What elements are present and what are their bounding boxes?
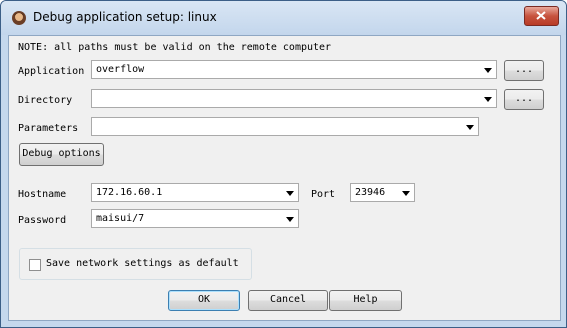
- parameters-label: Parameters: [18, 123, 79, 134]
- debug-options-button[interactable]: Debug options: [19, 143, 104, 166]
- browse-label: ...: [514, 64, 534, 75]
- window-title: Debug application setup: linux: [33, 10, 217, 24]
- dropdown-arrow-icon[interactable]: [286, 191, 294, 196]
- dropdown-arrow-icon[interactable]: [466, 125, 474, 130]
- application-browse-button[interactable]: ...: [504, 60, 544, 81]
- ok-label: OK: [197, 294, 211, 305]
- dropdown-arrow-icon[interactable]: [484, 97, 492, 102]
- save-default-checkbox[interactable]: [29, 259, 41, 271]
- cancel-label: Cancel: [269, 294, 307, 305]
- save-default-label[interactable]: Save network settings as default: [46, 258, 239, 269]
- password-value: maisui/7: [96, 213, 145, 224]
- port-label: Port: [311, 189, 336, 200]
- dialog-body: NOTE: all paths must be valid on the rem…: [8, 35, 561, 321]
- hostname-label: Hostname: [18, 189, 67, 200]
- close-icon: [536, 11, 546, 20]
- port-combo[interactable]: 23946: [350, 183, 415, 202]
- help-label: Help: [353, 294, 378, 305]
- dropdown-arrow-icon[interactable]: [286, 217, 294, 222]
- debug-setup-dialog: Debug application setup: linux NOTE: all…: [0, 0, 567, 328]
- cancel-button[interactable]: Cancel: [248, 290, 328, 311]
- application-label: Application: [18, 66, 85, 77]
- password-label: Password: [18, 215, 67, 226]
- application-combo[interactable]: overflow: [91, 60, 497, 79]
- password-combo[interactable]: maisui/7: [91, 209, 299, 228]
- directory-label: Directory: [18, 95, 73, 106]
- ok-button[interactable]: OK: [168, 290, 240, 311]
- directory-combo[interactable]: [91, 89, 497, 108]
- directory-browse-button[interactable]: ...: [504, 89, 544, 110]
- close-button[interactable]: [524, 6, 559, 26]
- help-button[interactable]: Help: [329, 290, 402, 311]
- dropdown-arrow-icon[interactable]: [402, 191, 410, 196]
- title-bar[interactable]: Debug application setup: linux: [1, 1, 566, 35]
- dropdown-arrow-icon[interactable]: [484, 68, 492, 73]
- parameters-combo[interactable]: [91, 117, 479, 136]
- debug-options-label: Debug options: [22, 148, 101, 159]
- note-text: NOTE: all paths must be valid on the rem…: [18, 42, 332, 53]
- hostname-value: 172.16.60.1: [96, 187, 163, 198]
- hostname-combo[interactable]: 172.16.60.1: [91, 183, 299, 202]
- port-value: 23946: [355, 187, 386, 198]
- browse-label: ...: [514, 93, 534, 104]
- ida-app-icon: [12, 11, 26, 25]
- application-value: overflow: [96, 64, 145, 75]
- save-settings-group: Save network settings as default: [19, 248, 252, 280]
